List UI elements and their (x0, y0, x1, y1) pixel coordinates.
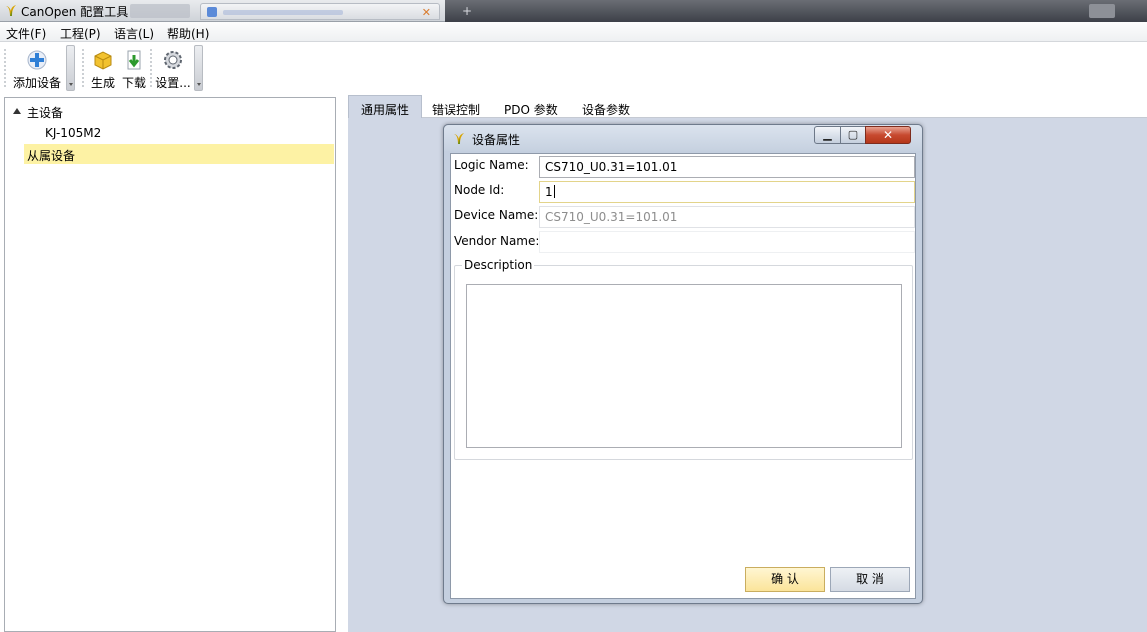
tree-item-label: KJ-105M2 (45, 126, 102, 140)
device-name-input[interactable]: CS710_U0.31=101.01 (539, 206, 915, 228)
toolbar-grip[interactable] (4, 48, 6, 88)
generate-button[interactable]: 生成 (88, 44, 118, 92)
cancel-button[interactable]: 取 消 (830, 567, 910, 592)
tree-item-master[interactable]: 主设备 (5, 101, 335, 121)
tree-item-device[interactable]: KJ-105M2 (5, 123, 335, 143)
expand-toggle-icon[interactable] (13, 108, 21, 114)
new-tab-icon[interactable]: + (462, 4, 472, 18)
settings-label: 设置... (155, 76, 191, 90)
add-icon (27, 50, 47, 70)
tree-item-slave[interactable]: 从属设备 (24, 144, 334, 164)
add-device-label: 添加设备 (12, 76, 61, 90)
tab-error-control[interactable]: 错误控制 (420, 98, 492, 118)
tab-general-properties[interactable]: 通用属性 (348, 95, 423, 119)
menu-file[interactable]: 文件(F) (6, 25, 46, 42)
menu-bar: 文件(F) 工程(P) 语言(L) 帮助(H) (0, 22, 1147, 42)
toolbar-overflow-button[interactable] (66, 45, 75, 91)
gear-icon (164, 51, 182, 69)
tree-item-label: 从属设备 (27, 149, 76, 163)
maximize-icon: ▢ (847, 128, 859, 141)
app-logo-icon (6, 5, 16, 16)
download-label: 下载 (121, 76, 146, 90)
toolbar-grip[interactable] (150, 48, 152, 88)
app-logo-icon (454, 133, 464, 144)
maximize-button[interactable]: ▢ (840, 126, 866, 144)
download-button[interactable]: 下载 (119, 44, 149, 92)
toolbar: 添加设备 生成 下载 设置... (0, 42, 1147, 94)
menu-help[interactable]: 帮助(H) (167, 25, 209, 42)
menu-language[interactable]: 语言(L) (114, 25, 154, 42)
description-label: Description (462, 258, 535, 272)
tab-close-icon[interactable]: ✕ (422, 6, 431, 19)
minimize-icon: ▁ (823, 128, 832, 141)
tab-label-blurred (223, 10, 343, 15)
device-properties-dialog: 设备属性 ▁ ▢ ✕ Logic Name: CS710_U0.31=101.0… (443, 124, 923, 604)
title-bar: CanOpen 配置工具 ✕ + (0, 0, 1147, 22)
dialog-body: Logic Name: CS710_U0.31=101.01 Node Id: … (450, 153, 916, 599)
background-browser-tab[interactable]: ✕ (200, 3, 440, 20)
tab-favicon-icon (207, 7, 217, 17)
close-icon: ✕ (882, 128, 894, 142)
window-title: CanOpen 配置工具 (21, 5, 129, 19)
generate-label: 生成 (90, 76, 115, 90)
tab-pdo-parameters[interactable]: PDO 参数 (492, 98, 570, 118)
node-id-input[interactable]: 1 (539, 181, 915, 203)
text-cursor (553, 185, 555, 198)
device-tree: 主设备 KJ-105M2 从属设备 (4, 97, 336, 632)
tree-item-label: 主设备 (27, 106, 64, 120)
dialog-title: 设备属性 (472, 133, 521, 147)
settings-button[interactable]: 设置... (154, 44, 192, 92)
vendor-name-input[interactable] (539, 231, 915, 253)
title-bar-left: CanOpen 配置工具 ✕ (0, 0, 445, 22)
logic-name-input[interactable]: CS710_U0.31=101.01 (539, 156, 915, 178)
logic-name-value: CS710_U0.31=101.01 (545, 160, 678, 174)
toolbar-grip[interactable] (82, 48, 84, 88)
add-device-button[interactable]: 添加设备 (10, 44, 64, 92)
description-textarea[interactable] (466, 284, 902, 448)
minimize-button[interactable]: ▁ (814, 126, 841, 144)
background-tab[interactable] (130, 4, 190, 18)
tab-device-parameters[interactable]: 设备参数 (570, 98, 642, 118)
device-name-label: Device Name: (454, 208, 539, 222)
dialog-title-bar[interactable]: 设备属性 ▁ ▢ ✕ (444, 125, 922, 151)
node-id-value: 1 (545, 185, 553, 199)
window-control-blurred[interactable] (1089, 4, 1115, 18)
device-name-value: CS710_U0.31=101.01 (545, 210, 678, 224)
menu-project[interactable]: 工程(P) (60, 25, 101, 42)
node-id-label: Node Id: (454, 183, 505, 197)
vendor-name-label: Vendor Name: (454, 234, 540, 248)
download-icon (127, 50, 141, 70)
logic-name-label: Logic Name: (454, 158, 529, 172)
package-icon (94, 51, 112, 70)
tab-strip: 通用属性 错误控制 PDO 参数 设备参数 (348, 95, 1147, 119)
toolbar-overflow-button[interactable] (194, 45, 203, 91)
close-button[interactable]: ✕ (865, 126, 911, 144)
confirm-button[interactable]: 确 认 (745, 567, 825, 592)
